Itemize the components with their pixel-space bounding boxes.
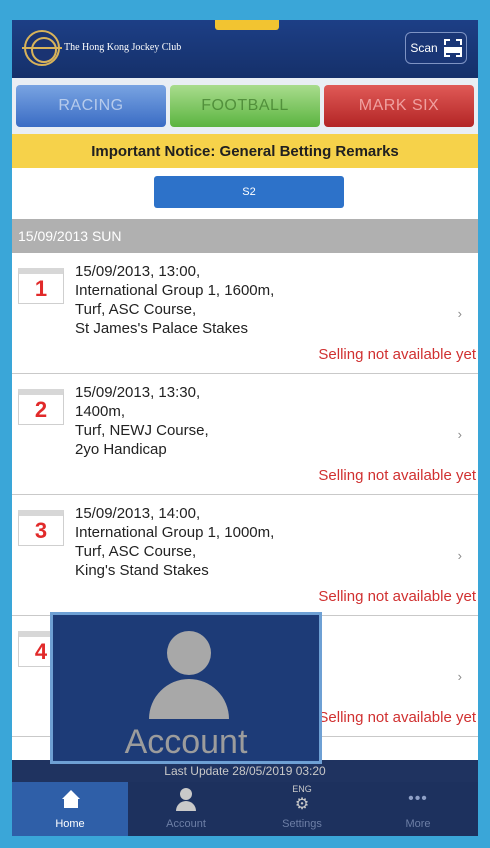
nav-home[interactable]: Home [12, 782, 128, 836]
nav-settings[interactable]: ENG ⚙ Settings [244, 782, 360, 836]
race-details: 15/09/2013, 14:00, International Group 1… [75, 504, 435, 580]
chevron-right-icon: › [457, 427, 462, 442]
chevron-right-icon: › [457, 669, 462, 684]
app-header: The Hong Kong Jockey Club Scan [12, 20, 478, 78]
scan-label: Scan [410, 41, 438, 55]
bottom-nav: Home Account ENG ⚙ Settings ••• More [12, 782, 478, 836]
product-tabs: RACING FOOTBALL MARK SIX [12, 78, 478, 140]
tab-football[interactable]: FOOTBALL [170, 85, 320, 127]
app-screen: The Hong Kong Jockey Club Scan RACING FO… [12, 20, 478, 836]
nav-account[interactable]: Account [128, 782, 244, 836]
nav-more-label: More [405, 818, 431, 830]
race-row-2[interactable]: 2 15/09/2013, 13:30, 1400m, Turf, NEWJ C… [12, 375, 478, 495]
hkjc-logo-icon [22, 30, 62, 66]
nav-home-label: Home [55, 818, 85, 830]
race-line: St James's Palace Stakes [75, 320, 248, 337]
race-line: 2yo Handicap [75, 441, 167, 458]
race-line: International Group 1, 1000m, [75, 524, 275, 541]
club-name: The Hong Kong Jockey Club [64, 42, 182, 53]
race-line: 15/09/2013, 13:30, [75, 384, 201, 401]
tab-racing[interactable]: RACING [16, 85, 166, 127]
tab-mark-six[interactable]: MARK SIX [324, 85, 474, 127]
race-line: 15/09/2013, 13:00, [75, 263, 201, 280]
selling-status: Selling not available yet [318, 709, 476, 726]
account-shortcut-overlay[interactable]: Account [50, 612, 322, 764]
segment-s2-button[interactable]: S2 [154, 176, 344, 208]
gear-icon: ⚙ [294, 796, 310, 813]
race-row-3[interactable]: 3 15/09/2013, 14:00, International Group… [12, 496, 478, 616]
user-icon [180, 788, 192, 800]
scan-icon [443, 39, 462, 57]
race-line: Turf, NEWJ Course, [75, 422, 209, 439]
selling-status: Selling not available yet [318, 467, 476, 484]
race-number: 1 [18, 268, 64, 304]
race-number: 2 [18, 389, 64, 425]
race-line: King's Stand Stakes [75, 562, 209, 579]
language-badge: ENG [292, 784, 312, 794]
nav-account-label: Account [166, 818, 206, 830]
scan-button[interactable]: Scan [405, 32, 467, 64]
race-row-1[interactable]: 1 15/09/2013, 13:00, International Group… [12, 254, 478, 374]
race-line: Turf, ASC Course, [75, 543, 197, 560]
meeting-selector: S2 [12, 168, 478, 218]
race-details: 15/09/2013, 13:30, 1400m, Turf, NEWJ Cou… [75, 383, 435, 459]
chevron-right-icon: › [457, 548, 462, 563]
race-details: 15/09/2013, 13:00, International Group 1… [75, 262, 435, 338]
nav-more[interactable]: ••• More [360, 782, 476, 836]
date-header: 15/09/2013 SUN [12, 219, 478, 253]
more-icon: ••• [408, 790, 428, 807]
important-notice-link[interactable]: Important Notice: General Betting Remark… [12, 134, 478, 168]
chevron-right-icon: › [457, 306, 462, 321]
race-line: 1400m, [75, 403, 126, 420]
selling-status: Selling not available yet [318, 346, 476, 363]
account-label: Account [124, 723, 248, 761]
race-line: Turf, ASC Course, [75, 301, 197, 318]
user-icon [167, 631, 211, 675]
nav-settings-label: Settings [282, 818, 322, 830]
race-line: 15/09/2013, 14:00, [75, 505, 201, 522]
status-notch [215, 20, 279, 30]
selling-status: Selling not available yet [318, 588, 476, 605]
race-line: International Group 1, 1600m, [75, 282, 275, 299]
race-number: 3 [18, 510, 64, 546]
